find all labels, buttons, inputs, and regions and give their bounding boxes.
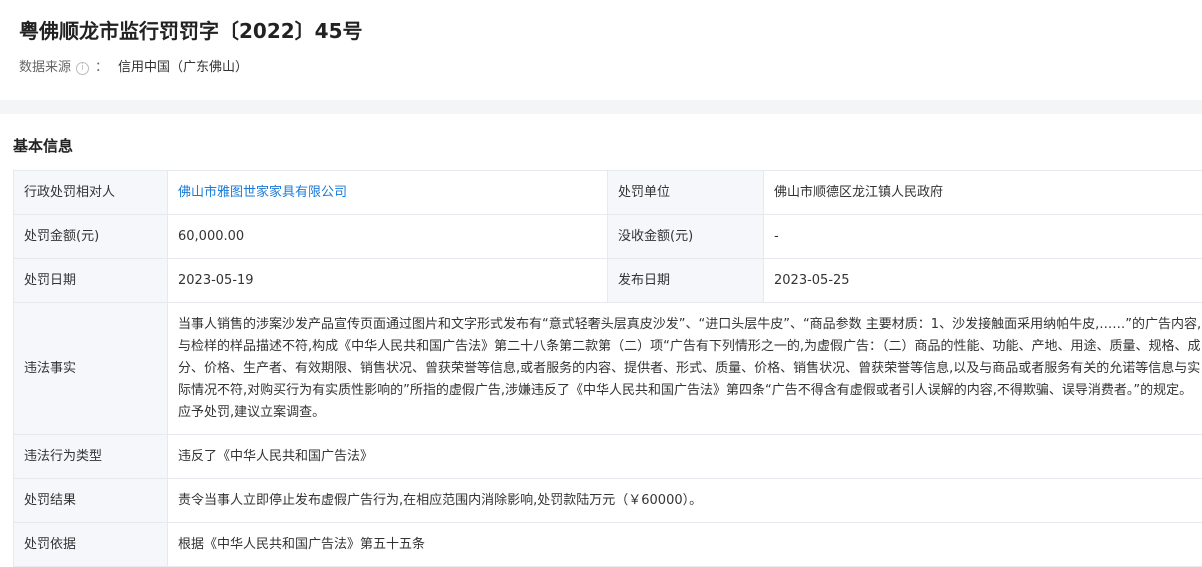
party-label: 行政处罚相对人 <box>14 171 168 215</box>
penalty-date-value: 2023-05-19 <box>168 259 608 303</box>
data-source-colon: ： <box>95 58 108 78</box>
table-row: 处罚结果 责令当事人立即停止发布虚假广告行为,在相应范围内消除影响,处罚款陆万元… <box>14 479 1202 523</box>
party-company-link[interactable]: 佛山市雅图世家家具有限公司 <box>178 185 347 200</box>
facts-value-cell: 当事人销售的涉案沙发产品宣传页面通过图片和文字形式发布有“意式轻奢头层真皮沙发”… <box>168 303 1202 435</box>
table-row: 处罚依据 根据《中华人民共和国广告法》第五十五条 <box>14 523 1202 567</box>
record-header: 粤佛顺龙市监行罚罚字〔2022〕45号 数据来源 i ： 信用中国（广东佛山） <box>0 0 1202 100</box>
section-divider <box>0 100 1202 114</box>
confiscated-value: - <box>764 215 1202 259</box>
section-title-basic-info: 基本信息 <box>13 135 73 157</box>
result-value: 责令当事人立即停止发布虚假广告行为,在相应范围内消除影响,处罚款陆万元（￥600… <box>168 479 1202 523</box>
basis-label: 处罚依据 <box>14 523 168 567</box>
table-row: 违法行为类型 违反了《中华人民共和国广告法》 <box>14 435 1202 479</box>
facts-label: 违法事实 <box>14 303 168 435</box>
amount-label: 处罚金额(元) <box>14 215 168 259</box>
confiscated-label: 没收金额(元) <box>608 215 764 259</box>
info-circle-icon[interactable]: i <box>76 62 89 75</box>
unit-value: 佛山市顺德区龙江镇人民政府 <box>764 171 1202 215</box>
violation-type-label: 违法行为类型 <box>14 435 168 479</box>
result-label: 处罚结果 <box>14 479 168 523</box>
table-row: 处罚金额(元) 60,000.00 没收金额(元) - <box>14 215 1202 259</box>
data-source-label: 数据来源 <box>19 58 71 78</box>
data-source-row: 数据来源 i ： 信用中国（广东佛山） <box>19 58 248 78</box>
facts-value: 当事人销售的涉案沙发产品宣传页面通过图片和文字形式发布有“意式轻奢头层真皮沙发”… <box>178 304 1202 434</box>
table-row: 行政处罚相对人 佛山市雅图世家家具有限公司 处罚单位 佛山市顺德区龙江镇人民政府 <box>14 171 1202 215</box>
basis-value: 根据《中华人民共和国广告法》第五十五条 <box>168 523 1202 567</box>
basic-info-table: 行政处罚相对人 佛山市雅图世家家具有限公司 处罚单位 佛山市顺德区龙江镇人民政府… <box>13 170 1202 567</box>
violation-type-value: 违反了《中华人民共和国广告法》 <box>168 435 1202 479</box>
penalty-date-label: 处罚日期 <box>14 259 168 303</box>
data-source-value: 信用中国（广东佛山） <box>118 58 248 78</box>
table-row: 处罚日期 2023-05-19 发布日期 2023-05-25 <box>14 259 1202 303</box>
publish-date-label: 发布日期 <box>608 259 764 303</box>
party-value-cell: 佛山市雅图世家家具有限公司 <box>168 171 608 215</box>
table-row: 违法事实 当事人销售的涉案沙发产品宣传页面通过图片和文字形式发布有“意式轻奢头层… <box>14 303 1202 435</box>
amount-value: 60,000.00 <box>168 215 608 259</box>
unit-label: 处罚单位 <box>608 171 764 215</box>
publish-date-value: 2023-05-25 <box>764 259 1202 303</box>
page-title: 粤佛顺龙市监行罚罚字〔2022〕45号 <box>19 16 363 46</box>
